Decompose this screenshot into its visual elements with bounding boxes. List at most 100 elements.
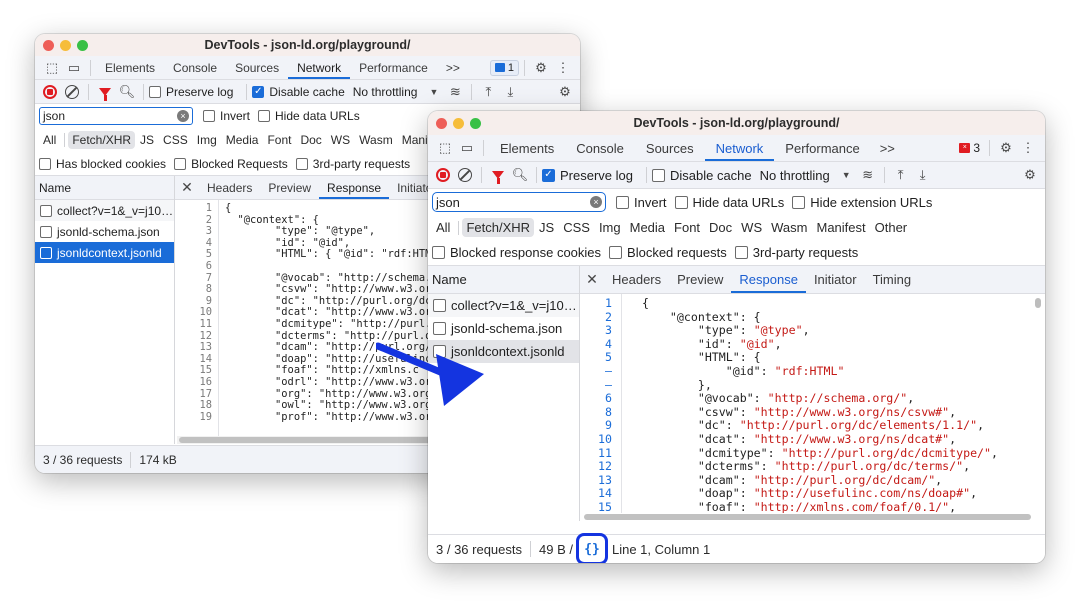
third-party-requests-checkbox[interactable]: 3rd-party requests (734, 245, 858, 260)
vertical-scrollbar-thumb[interactable] (1035, 298, 1041, 308)
close-window-button[interactable] (43, 39, 54, 51)
export-har-download-icon[interactable]: ⤓ (912, 165, 934, 185)
close-detail-icon[interactable]: ✕ (580, 271, 604, 288)
settings-gear-icon[interactable]: ⚙ (995, 138, 1017, 158)
export-har-download-icon[interactable]: ⤓ (499, 82, 521, 102)
tab-initiator[interactable]: Initiator (806, 266, 865, 293)
type-img[interactable]: Img (193, 131, 221, 149)
filter-search-input[interactable]: json × (39, 107, 193, 125)
blocked-requests-checkbox[interactable]: Blocked requests (609, 245, 727, 260)
type-wasm[interactable]: Wasm (767, 218, 811, 237)
type-wasm[interactable]: Wasm (355, 131, 397, 149)
record-stop-button[interactable] (432, 165, 454, 185)
tab-timing[interactable]: Timing (865, 266, 920, 293)
name-column-header[interactable]: Name (35, 176, 174, 200)
tab-preview[interactable]: Preview (260, 176, 319, 199)
network-settings-gear-icon[interactable]: ⚙ (1019, 165, 1041, 185)
inspect-element-icon[interactable]: ⬚ (434, 138, 456, 158)
settings-gear-icon[interactable]: ⚙ (530, 58, 552, 78)
preserve-log-checkbox[interactable]: Preserve log (149, 85, 233, 99)
type-css[interactable]: CSS (159, 131, 192, 149)
chevron-down-icon[interactable]: ▼ (842, 170, 851, 180)
minimize-window-button[interactable] (453, 117, 464, 129)
network-settings-gear-icon[interactable]: ⚙ (554, 82, 576, 102)
request-row[interactable]: collect?v=1&_v=j10… (35, 200, 174, 221)
tab-response[interactable]: Response (731, 266, 806, 293)
clear-search-icon[interactable]: × (590, 196, 602, 208)
tab-network[interactable]: Network (288, 56, 351, 79)
response-code-view[interactable]: 1 2 3 4 5– –6 8 9 10 11 12 13 14 15 { "@context": { "… (580, 294, 1045, 521)
type-js[interactable]: JS (535, 218, 558, 237)
type-fetch-xhr[interactable]: Fetch/XHR (462, 218, 535, 237)
hide-extension-urls-checkbox[interactable]: Hide extension URLs (792, 195, 932, 210)
messages-badge[interactable]: 1 (489, 59, 519, 76)
inspect-element-icon[interactable]: ⬚ (41, 58, 63, 78)
throttling-select[interactable]: No throttling (353, 85, 418, 99)
tab-network[interactable]: Network (704, 135, 775, 161)
type-other[interactable]: Other (871, 218, 912, 237)
tab-console[interactable]: Console (565, 135, 635, 161)
blocked-requests-checkbox[interactable]: Blocked Requests (174, 157, 288, 171)
tab-elements[interactable]: Elements (96, 56, 164, 79)
more-options-icon[interactable]: ⋮ (552, 58, 574, 78)
type-css[interactable]: CSS (559, 218, 594, 237)
more-tabs-button[interactable]: >> (871, 135, 904, 161)
request-row-selected[interactable]: jsonldcontext.jsonld (428, 340, 579, 363)
clear-button[interactable] (61, 82, 83, 102)
tab-headers[interactable]: Headers (199, 176, 260, 199)
type-doc[interactable]: Doc (296, 131, 325, 149)
request-row-selected[interactable]: jsonldcontext.jsonld (35, 242, 174, 263)
tab-sources[interactable]: Sources (635, 135, 705, 161)
device-toolbar-icon[interactable]: ▭ (456, 138, 478, 158)
maximize-window-button[interactable] (77, 39, 88, 51)
chevron-down-icon[interactable]: ▼ (429, 87, 438, 97)
name-column-header[interactable]: Name (428, 266, 579, 294)
tab-performance[interactable]: Performance (350, 56, 437, 79)
type-all[interactable]: All (432, 218, 454, 237)
type-ws[interactable]: WS (737, 218, 766, 237)
filter-search-input[interactable]: json × (432, 192, 606, 212)
hide-data-urls-checkbox[interactable]: Hide data URLs (674, 195, 784, 210)
has-blocked-cookies-checkbox[interactable]: Has blocked cookies (39, 157, 166, 171)
tab-headers[interactable]: Headers (604, 266, 669, 293)
import-har-upload-icon[interactable]: ⤒ (477, 82, 499, 102)
scrollbar-thumb[interactable] (584, 514, 1032, 520)
type-font[interactable]: Font (263, 131, 295, 149)
type-all[interactable]: All (39, 131, 60, 149)
import-har-upload-icon[interactable]: ⤒ (890, 165, 912, 185)
network-conditions-wifi-icon[interactable]: ≋ (444, 82, 466, 102)
more-options-icon[interactable]: ⋮ (1017, 138, 1039, 158)
type-media[interactable]: Media (222, 131, 263, 149)
device-toolbar-icon[interactable]: ▭ (63, 58, 85, 78)
request-row[interactable]: jsonld-schema.json (428, 317, 579, 340)
request-row[interactable]: jsonld-schema.json (35, 221, 174, 242)
search-icon[interactable]: 🔍︎ (509, 165, 531, 185)
invert-checkbox[interactable]: Invert (203, 109, 250, 123)
search-icon[interactable]: 🔍︎ (116, 82, 138, 102)
disable-cache-checkbox[interactable]: Disable cache (651, 168, 752, 183)
hide-data-urls-checkbox[interactable]: Hide data URLs (258, 109, 360, 123)
filter-toggle-button[interactable] (487, 165, 509, 185)
clear-search-icon[interactable]: × (177, 110, 189, 122)
errors-badge[interactable]: × 3 (955, 141, 984, 155)
request-row[interactable]: collect?v=1&_v=j10… (428, 294, 579, 317)
throttling-select[interactable]: No throttling (760, 168, 830, 183)
tab-response[interactable]: Response (319, 176, 390, 199)
type-manifest[interactable]: Manifest (812, 218, 869, 237)
type-doc[interactable]: Doc (705, 218, 736, 237)
tab-preview[interactable]: Preview (669, 266, 731, 293)
minimize-window-button[interactable] (60, 39, 71, 51)
type-media[interactable]: Media (626, 218, 669, 237)
pretty-print-button[interactable]: {} (575, 533, 608, 563)
more-tabs-button[interactable]: >> (437, 56, 469, 79)
type-fetch-xhr[interactable]: Fetch/XHR (68, 131, 136, 149)
type-ws[interactable]: WS (327, 131, 354, 149)
network-conditions-wifi-icon[interactable]: ≋ (857, 165, 879, 185)
type-font[interactable]: Font (670, 218, 704, 237)
horizontal-scrollbar[interactable] (582, 513, 1043, 521)
filter-toggle-button[interactable] (94, 82, 116, 102)
clear-button[interactable] (454, 165, 476, 185)
close-detail-icon[interactable]: ✕ (175, 179, 199, 196)
type-js[interactable]: JS (136, 131, 158, 149)
third-party-requests-checkbox[interactable]: 3rd-party requests (295, 157, 410, 171)
